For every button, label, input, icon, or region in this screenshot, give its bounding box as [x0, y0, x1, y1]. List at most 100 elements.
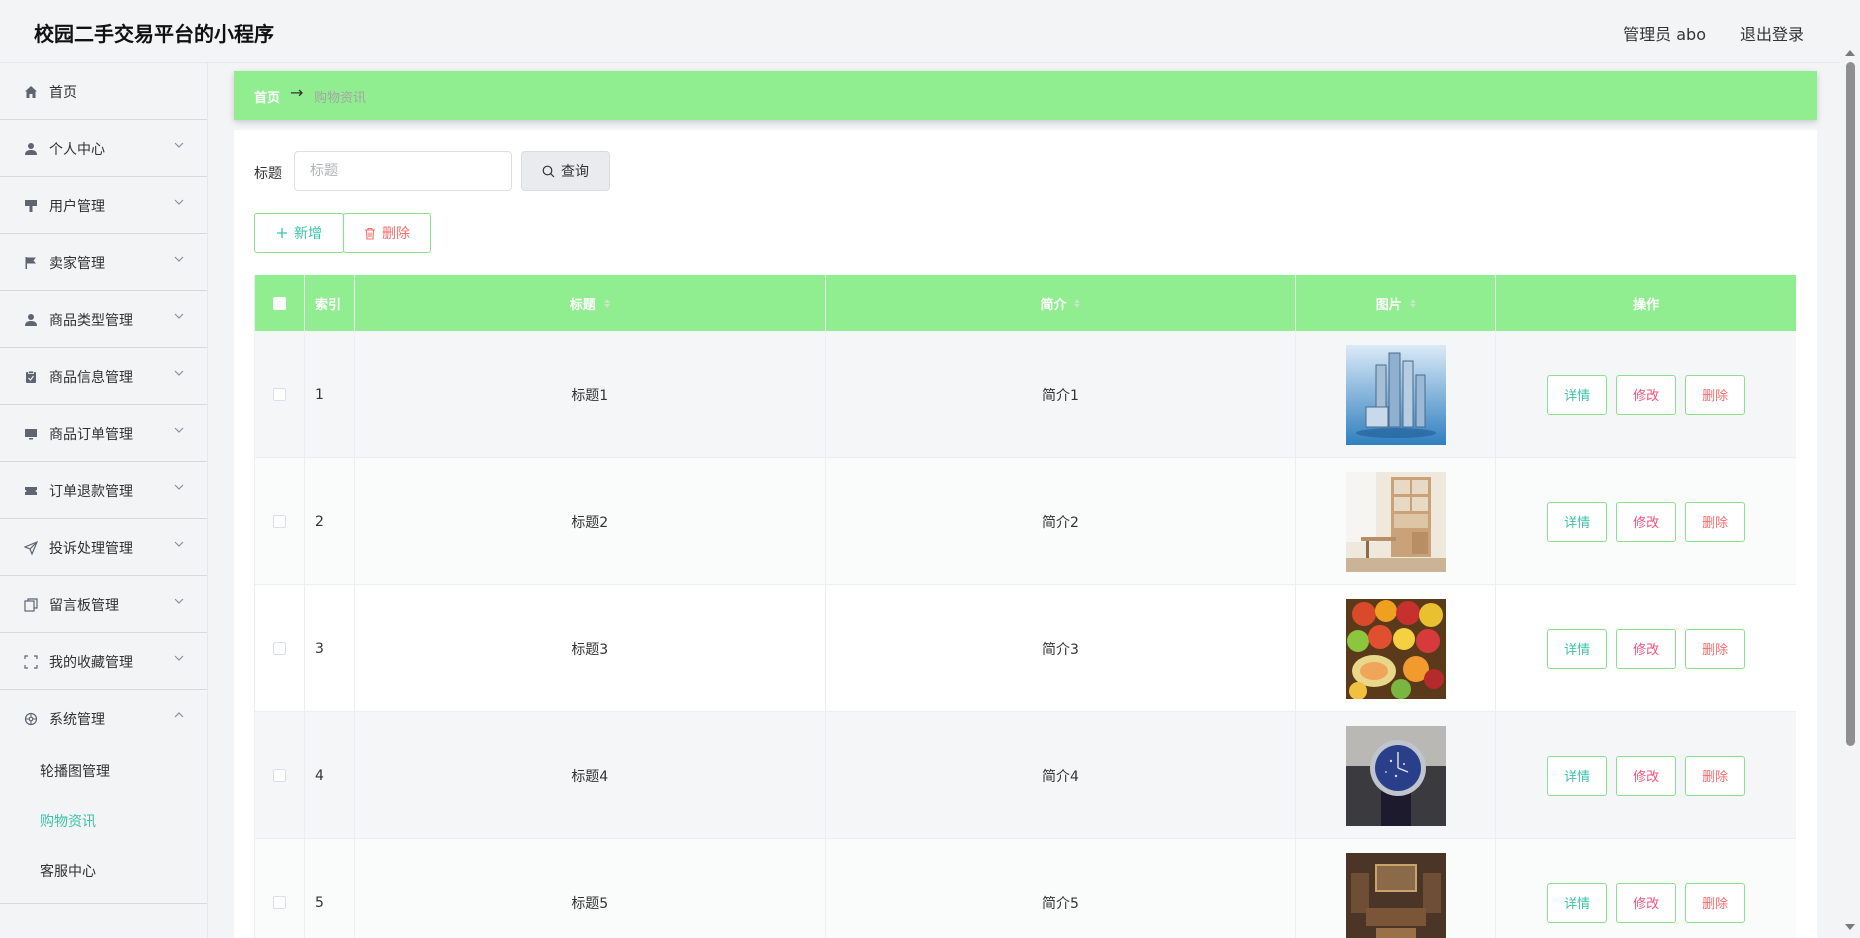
detail-button[interactable]: 详情: [1547, 882, 1608, 923]
delete-button[interactable]: 删除: [1685, 374, 1746, 415]
top-header: 校园二手交易平台的小程序 管理员 abo 退出登录: [0, 0, 1840, 63]
image-cell: [1296, 458, 1497, 585]
header-index: 索引: [305, 275, 355, 331]
row-checkbox[interactable]: [272, 896, 286, 909]
sidebar-item-user-management[interactable]: 用户管理: [0, 177, 207, 234]
batch-delete-button[interactable]: 删除: [343, 213, 431, 253]
row-checkbox[interactable]: [272, 515, 286, 528]
edit-button[interactable]: 修改: [1616, 501, 1677, 542]
row-checkbox[interactable]: [272, 388, 286, 401]
sidebar-subitem-carousel[interactable]: 轮播图管理: [0, 747, 207, 797]
sidebar-item-favorites-management[interactable]: 我的收藏管理: [0, 633, 207, 690]
chevron-down-icon: [174, 142, 184, 148]
desc-cell: 简介3: [826, 585, 1297, 712]
header-title-label: 标题: [569, 297, 596, 313]
sidebar-item-complaint-management[interactable]: 投诉处理管理: [0, 519, 207, 576]
sidebar-item-system-management[interactable]: 系统管理: [0, 690, 207, 747]
desc-cell: 简介1: [826, 331, 1297, 458]
row-checkbox[interactable]: [272, 642, 286, 655]
delete-button[interactable]: 删除: [1685, 882, 1746, 923]
product-thumbnail-watch[interactable]: [1345, 725, 1446, 826]
delete-button[interactable]: 删除: [1685, 628, 1746, 669]
header-image[interactable]: 图片: [1296, 275, 1497, 331]
table-row: 4 标题4 简介4 详情 修改 删除: [255, 712, 1796, 839]
page-scrollbar[interactable]: [1840, 50, 1860, 938]
sidebar-item-product-info-management[interactable]: 商品信息管理: [0, 348, 207, 405]
sort-icon[interactable]: [1074, 298, 1081, 308]
row-checkbox-cell: [255, 712, 305, 839]
detail-button[interactable]: 详情: [1547, 755, 1608, 796]
ops-cell: 详情 修改 删除: [1496, 585, 1796, 712]
sidebar-subitem-shopping-news[interactable]: 购物资讯: [0, 797, 207, 847]
sidebar-item-personal-center[interactable]: 个人中心: [0, 120, 207, 177]
header-title[interactable]: 标题: [355, 275, 826, 331]
chevron-down-icon: [174, 256, 184, 262]
product-thumbnail-living-room[interactable]: [1345, 852, 1446, 938]
header-desc[interactable]: 简介: [826, 275, 1297, 331]
chevron-down-icon: [174, 313, 184, 319]
scrollbar-thumb[interactable]: [1846, 62, 1855, 746]
home-icon: [23, 84, 39, 100]
ops-cell: 详情 修改 删除: [1496, 458, 1796, 585]
title-cell: 标题1: [355, 331, 826, 458]
query-button[interactable]: 查询: [521, 151, 610, 191]
edit-button[interactable]: 修改: [1616, 882, 1677, 923]
product-thumbnail-cosmetics[interactable]: [1345, 344, 1446, 445]
send-icon: [23, 540, 39, 556]
scroll-up-arrow-icon[interactable]: [1845, 50, 1855, 56]
title-search-input[interactable]: [294, 151, 512, 191]
title-cell: 标题2: [355, 458, 826, 585]
clipboard-icon: [23, 369, 39, 385]
add-button[interactable]: 新增: [254, 213, 344, 253]
edit-button[interactable]: 修改: [1616, 628, 1677, 669]
news-table: 索引 标题 简介 图片 操作 1 标题1 简介1 详情 修改 删除 2 标题2 …: [254, 275, 1796, 938]
detail-button[interactable]: 详情: [1547, 501, 1608, 542]
product-thumbnail-fruits[interactable]: [1345, 598, 1446, 699]
title-cell: 标题5: [355, 839, 826, 938]
breadcrumb-home-link[interactable]: 首页: [254, 87, 280, 106]
desc-cell: 简介2: [826, 458, 1297, 585]
sidebar-item-product-type-management[interactable]: 商品类型管理: [0, 291, 207, 348]
delete-button[interactable]: 删除: [1685, 501, 1746, 542]
table-row: 2 标题2 简介2 详情 修改 删除: [255, 458, 1796, 585]
delete-button[interactable]: 删除: [1685, 755, 1746, 796]
select-all-cell: [255, 275, 305, 331]
sidebar-item-home[interactable]: 首页: [0, 63, 207, 120]
detail-button[interactable]: 详情: [1547, 374, 1608, 415]
user-icon: [23, 312, 39, 328]
index-cell: 1: [305, 331, 355, 458]
logout-link[interactable]: 退出登录: [1740, 21, 1804, 45]
sidebar-item-product-order-management[interactable]: 商品订单管理: [0, 405, 207, 462]
select-all-checkbox[interactable]: [272, 296, 286, 310]
table-header: 索引 标题 简介 图片 操作: [255, 275, 1796, 331]
sidebar-item-label: 个人中心: [49, 142, 105, 158]
search-icon: [542, 165, 555, 177]
edit-button[interactable]: 修改: [1616, 755, 1677, 796]
sort-icon[interactable]: [1409, 298, 1416, 308]
sidebar-subitem-customer-service[interactable]: 客服中心: [0, 847, 207, 897]
row-checkbox-cell: [255, 839, 305, 938]
user-icon: [23, 141, 39, 157]
product-thumbnail-furniture[interactable]: [1345, 471, 1446, 572]
edit-button[interactable]: 修改: [1616, 374, 1677, 415]
header-ops-label: 操作: [1633, 297, 1660, 313]
add-button-label: 新增: [294, 226, 322, 242]
query-button-label: 查询: [561, 164, 589, 180]
scroll-down-arrow-icon[interactable]: [1845, 924, 1855, 930]
sidebar-item-refund-management[interactable]: 订单退款管理: [0, 462, 207, 519]
search-label: 标题: [254, 166, 282, 182]
chevron-down-icon: [174, 427, 184, 433]
sidebar-item-label: 商品订单管理: [49, 427, 133, 443]
row-checkbox[interactable]: [272, 769, 286, 782]
batch-delete-button-label: 删除: [382, 226, 410, 242]
detail-button[interactable]: 详情: [1547, 628, 1608, 669]
ops-cell: 详情 修改 删除: [1496, 712, 1796, 839]
ops-cell: 详情 修改 删除: [1496, 839, 1796, 938]
sidebar-item-label: 我的收藏管理: [49, 655, 133, 671]
index-cell: 4: [305, 712, 355, 839]
sidebar-item-message-board-management[interactable]: 留言板管理: [0, 576, 207, 633]
sidebar-item-seller-management[interactable]: 卖家管理: [0, 234, 207, 291]
table-row: 3 标题3 简介3 详情 修改 删除: [255, 585, 1796, 712]
image-cell: [1296, 585, 1497, 712]
sort-icon[interactable]: [603, 298, 610, 308]
